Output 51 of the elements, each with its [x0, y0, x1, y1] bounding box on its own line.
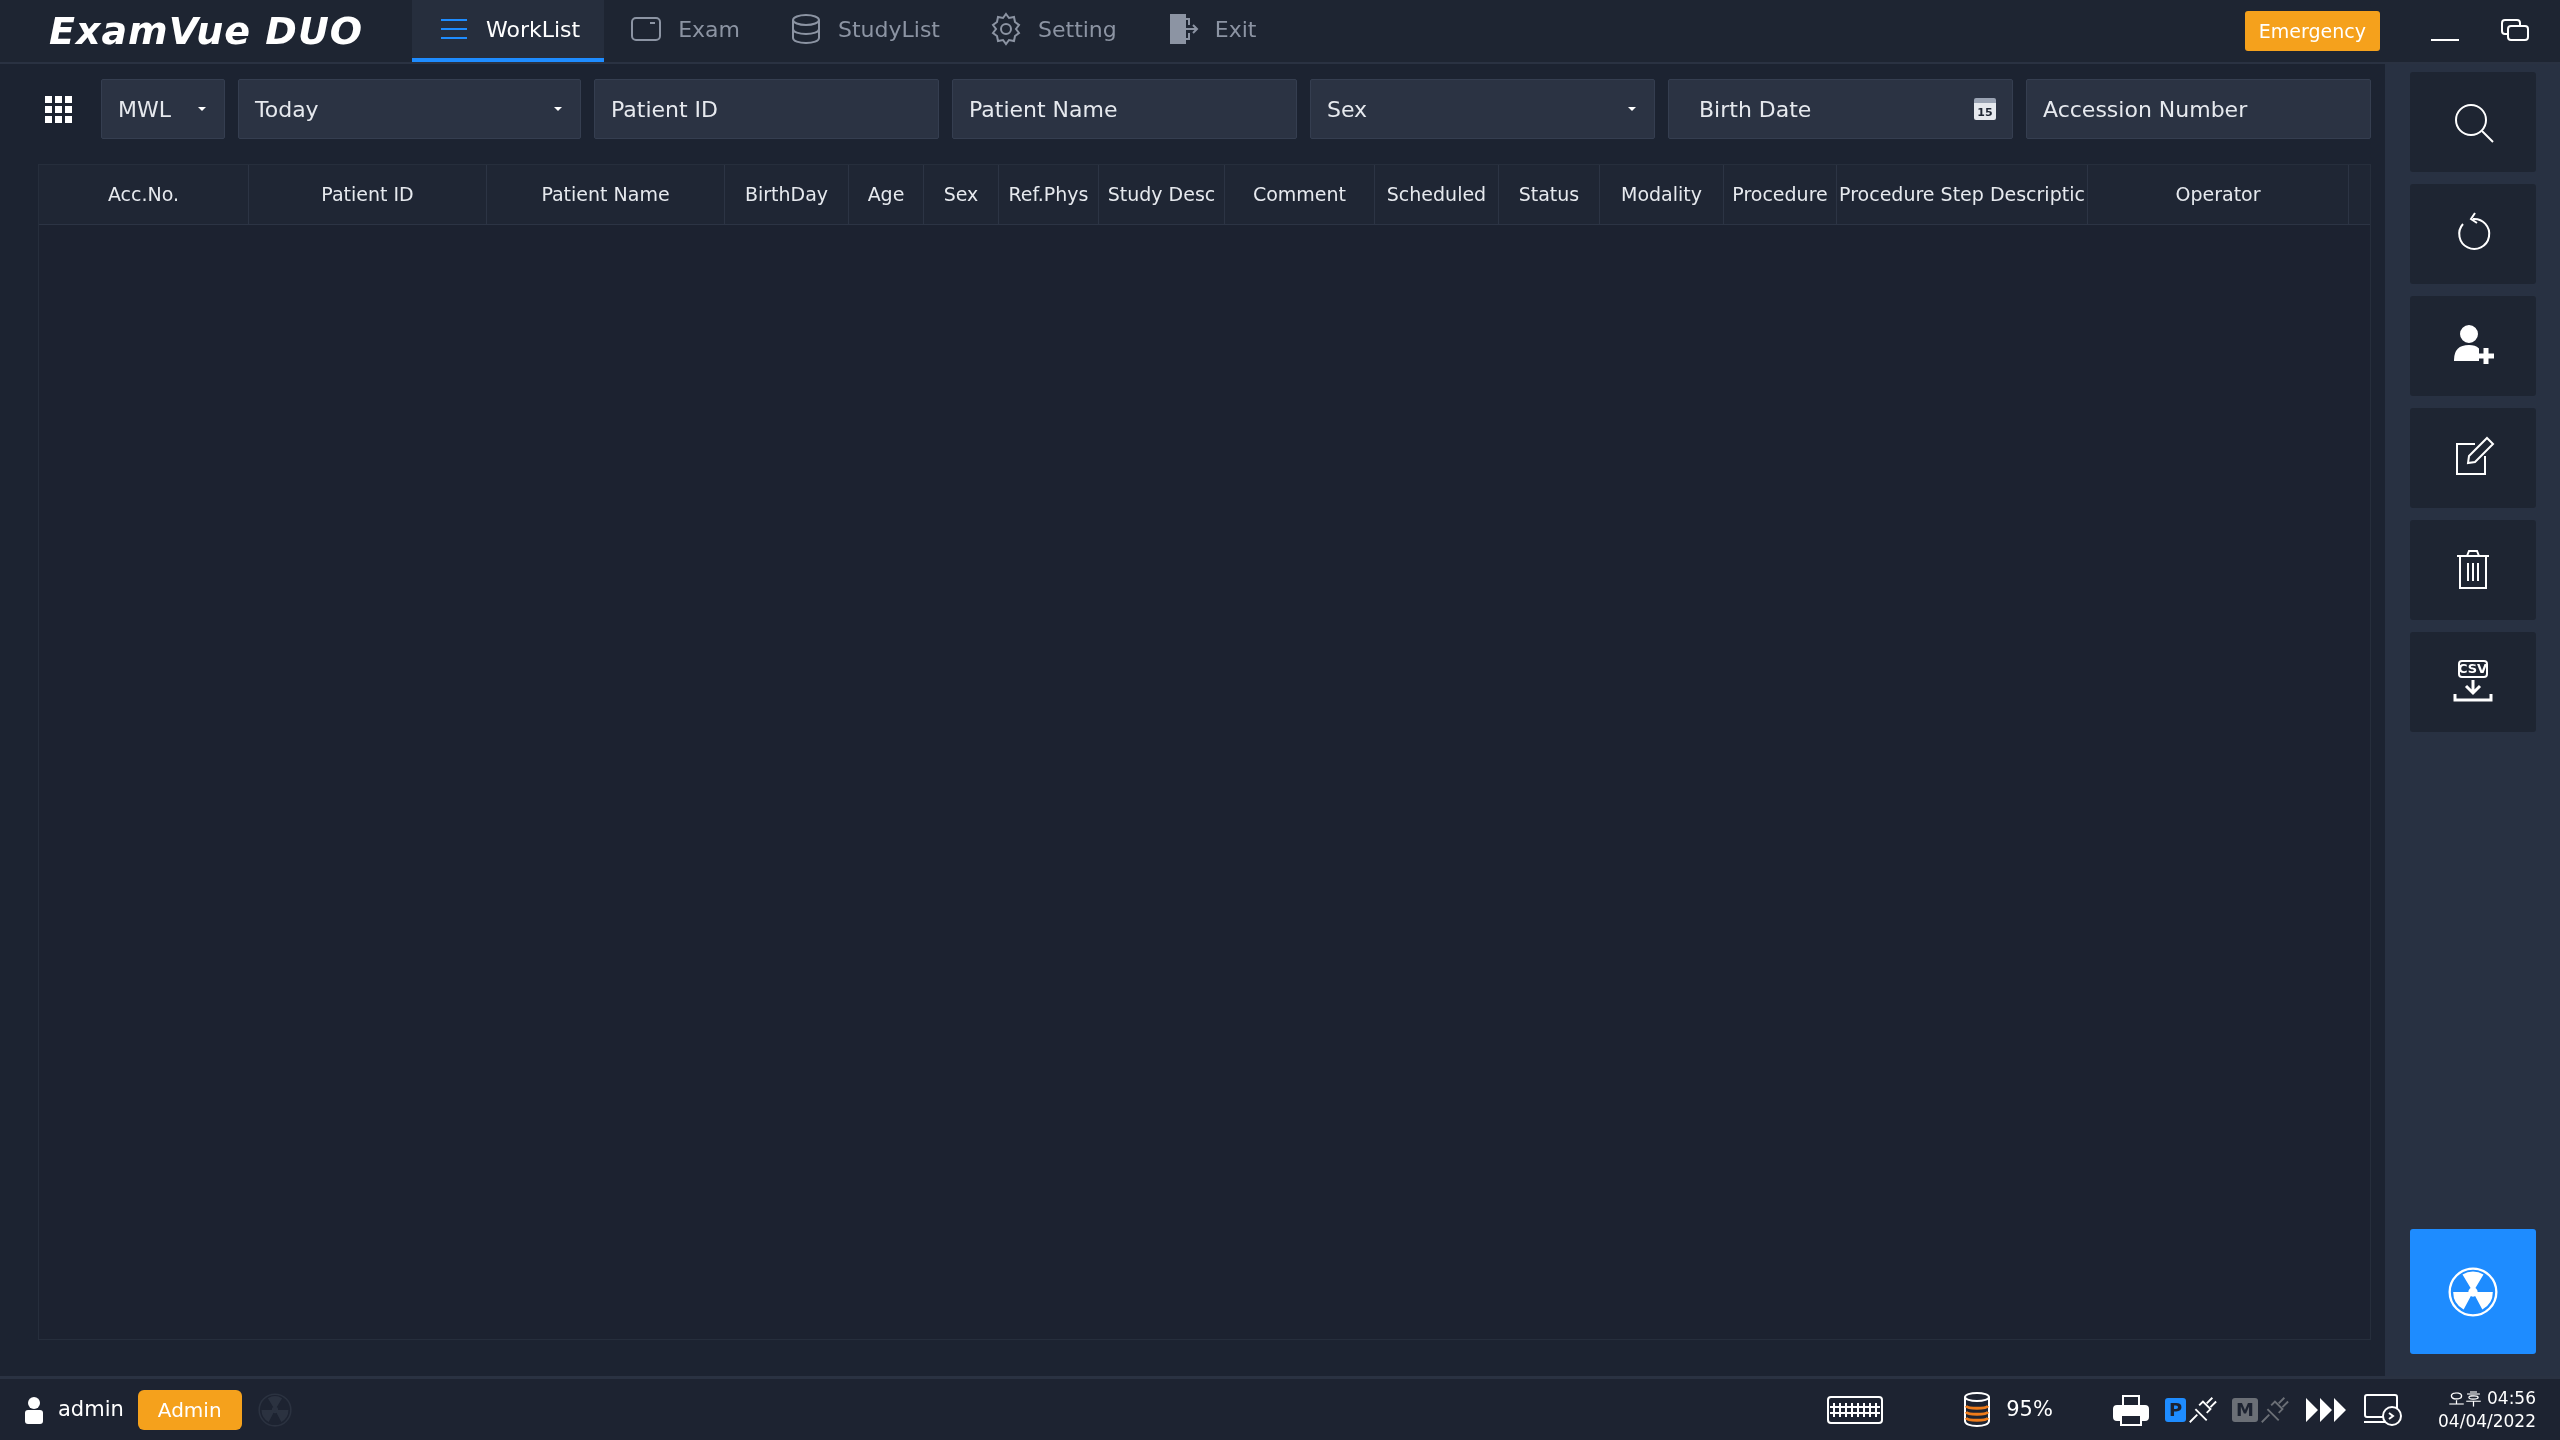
column-header[interactable]: BirthDay	[725, 165, 849, 224]
connection-status: P	[2164, 1392, 2219, 1427]
column-header[interactable]: Procedure	[1724, 165, 1837, 224]
patient-id-field[interactable]: Patient ID	[594, 79, 939, 139]
nav-tab[interactable]: Exit	[1140, 0, 1281, 62]
patient-name-field[interactable]: Patient Name	[952, 79, 1297, 139]
clock-date: 04/04/2022	[2438, 1409, 2536, 1432]
calendar-icon[interactable]: 15	[1974, 98, 1996, 120]
remote-desktop-icon[interactable]	[2362, 1391, 2404, 1428]
column-header[interactable]: Operator	[2088, 165, 2349, 224]
minimize-icon	[2431, 38, 2459, 41]
column-header[interactable]: Comment	[1225, 165, 1375, 224]
storage-percent: 95%	[2006, 1395, 2053, 1423]
accession-number-field[interactable]: Accession Number	[2026, 79, 2371, 139]
column-header[interactable]: Sex	[924, 165, 999, 224]
restore-icon	[2500, 18, 2530, 44]
printer-icon[interactable]	[2110, 1392, 2151, 1427]
nav-tab[interactable]: StudyList	[764, 0, 964, 62]
keyboard-icon[interactable]	[1826, 1394, 1885, 1425]
caret-icon	[1626, 105, 1638, 113]
add-patient-button[interactable]	[2409, 296, 2536, 396]
delete-button[interactable]	[2409, 520, 2536, 620]
user-icon	[24, 1395, 44, 1424]
nav-tab[interactable]: Setting	[964, 0, 1141, 62]
role-badge: Admin	[137, 1389, 242, 1430]
column-header[interactable]: Acc.No.	[39, 165, 249, 224]
column-header[interactable]: Age	[849, 165, 924, 224]
username: admin	[58, 1395, 124, 1423]
column-header[interactable]: Scheduled	[1375, 165, 1499, 224]
nav-tab[interactable]: WorkList	[412, 0, 605, 62]
column-header[interactable]: Patient Name	[487, 165, 725, 224]
birth-date-field[interactable]: Birth Date 15	[1668, 79, 2013, 139]
nav-tab[interactable]: Exam	[604, 0, 764, 62]
date-range-dropdown[interactable]: Today	[238, 79, 581, 139]
column-header[interactable]: Patient ID	[249, 165, 487, 224]
radiation-button[interactable]	[2409, 1229, 2536, 1354]
app-logo: ExamVue DUO	[47, 7, 365, 55]
source-dropdown[interactable]: MWL	[101, 79, 225, 139]
column-header[interactable]: Status	[1499, 165, 1600, 224]
grid-icon	[44, 95, 72, 123]
column-header[interactable]: Ref.Phys	[999, 165, 1099, 224]
clock-time: 오후 04:56	[2447, 1387, 2536, 1410]
caret-icon	[552, 105, 564, 113]
sex-dropdown[interactable]: Sex	[1310, 79, 1655, 139]
column-header[interactable]: Study Desc	[1099, 165, 1225, 224]
edit-button[interactable]	[2409, 408, 2536, 508]
connection-status: M	[2232, 1392, 2290, 1427]
column-header[interactable]: Modality	[1600, 165, 1724, 224]
storage-icon	[1962, 1390, 1993, 1429]
column-header[interactable]: Procedure Step Descriptic	[1837, 165, 2088, 224]
caret-icon	[196, 105, 208, 113]
